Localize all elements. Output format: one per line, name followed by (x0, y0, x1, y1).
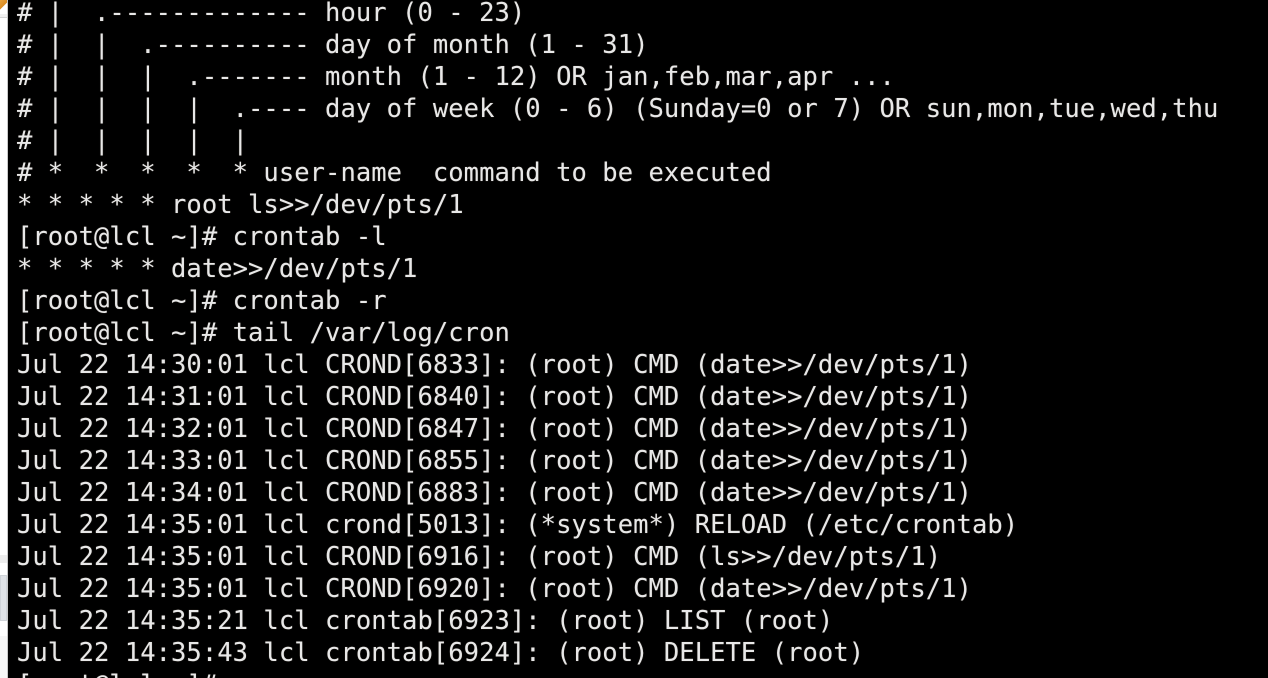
terminal-line-log: Jul 22 14:31:01 lcl CROND[6840]: (root) … (17, 382, 972, 412)
terminal-line: # | | | | .---- day of week (0 - 6) (Sun… (17, 94, 1219, 124)
terminal-line-prompt-active: [root@lcl ~]# (17, 669, 1268, 678)
terminal-line-prompt: [root@lcl ~]# crontab -l (17, 222, 387, 252)
terminal-line-log: Jul 22 14:35:01 lcl CROND[6920]: (root) … (17, 574, 972, 604)
terminal-line: # | | | .------- month (1 - 12) OR jan,f… (17, 62, 895, 92)
terminal-line-log: Jul 22 14:32:01 lcl CROND[6847]: (root) … (17, 414, 972, 444)
terminal-line: * * * * * root ls>>/dev/pts/1 (17, 190, 464, 220)
terminal-line: # | | .---------- day of month (1 - 31) (17, 30, 649, 60)
screen: # | .------------- hour (0 - 23) # | | .… (0, 0, 1268, 678)
background-window-toolbar (0, 14, 7, 18)
terminal-line-log: Jul 22 14:35:01 lcl crond[5013]: (*syste… (17, 510, 1019, 540)
terminal-line-log: Jul 22 14:35:01 lcl CROND[6916]: (root) … (17, 542, 942, 572)
terminal-output: # | .------------- hour (0 - 23) # | | .… (17, 0, 1268, 678)
terminal-line-log: Jul 22 14:35:43 lcl crontab[6924]: (root… (17, 638, 865, 668)
background-window-divider (0, 555, 7, 563)
terminal-line-prompt: [root@lcl ~]# tail /var/log/cron (17, 318, 510, 348)
terminal-line-log: Jul 22 14:35:21 lcl crontab[6923]: (root… (17, 606, 834, 636)
terminal-line: * * * * * date>>/dev/pts/1 (17, 254, 418, 284)
terminal-window[interactable]: # | .------------- hour (0 - 23) # | | .… (8, 0, 1268, 678)
terminal-line-log: Jul 22 14:30:01 lcl CROND[6833]: (root) … (17, 350, 972, 380)
background-window-sliver[interactable] (0, 0, 8, 678)
scrollbar-thumb[interactable] (0, 575, 7, 621)
background-window-footer (0, 636, 7, 678)
terminal-line: # * * * * * user-name command to be exec… (17, 158, 772, 188)
terminal-line: # | | | | | (17, 126, 249, 156)
terminal-line-log: Jul 22 14:34:01 lcl CROND[6883]: (root) … (17, 478, 972, 508)
terminal-line-prompt: [root@lcl ~]# crontab -r (17, 286, 387, 316)
terminal-line-log: Jul 22 14:33:01 lcl CROND[6855]: (root) … (17, 446, 972, 476)
app-icon (0, 0, 7, 14)
terminal-line: # | .------------- hour (0 - 23) (17, 0, 526, 28)
